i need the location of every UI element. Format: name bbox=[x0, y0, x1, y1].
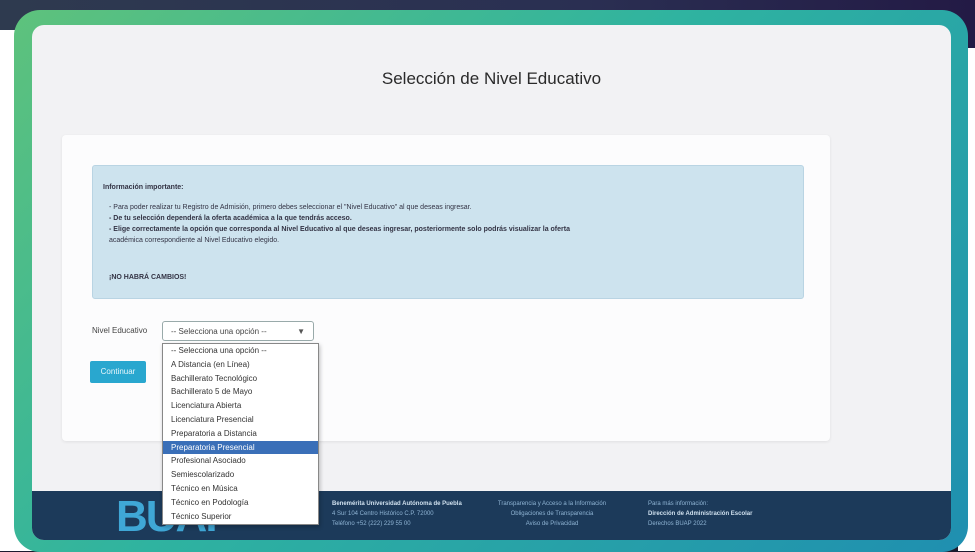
info-line: - De tu selección dependerá la oferta ac… bbox=[109, 215, 352, 222]
footer-link[interactable]: Obligaciones de Transparencia bbox=[482, 509, 622, 519]
select-value: -- Selecciona una opción -- bbox=[171, 327, 267, 336]
page-title: Selección de Nivel Educativo bbox=[381, 69, 602, 88]
dropdown-option-highlighted[interactable]: Preparatoria Presencial bbox=[163, 440, 318, 455]
dropdown-option[interactable]: Técnico en Podología bbox=[163, 496, 318, 510]
info-heading: Información importante: bbox=[103, 184, 184, 191]
footer-contact: Benemérita Universidad Autónoma de Puebl… bbox=[332, 499, 462, 529]
footer-links: Transparencia y Acceso a la Información … bbox=[482, 499, 622, 529]
dropdown-option[interactable]: Semiescolarizado bbox=[163, 468, 318, 482]
dropdown-option[interactable]: -- Selecciona una opción -- bbox=[163, 344, 318, 358]
footer-text: Teléfono +52 (222) 229 55 00 bbox=[332, 521, 411, 527]
dropdown-option[interactable]: Licenciatura Abierta bbox=[163, 399, 318, 413]
browser-viewport: Selección de Nivel Educativo Información… bbox=[32, 25, 951, 540]
footer-link[interactable]: Transparencia y Acceso a la Información bbox=[482, 499, 622, 509]
dropdown-option[interactable]: Bachillerato 5 de Mayo bbox=[163, 385, 318, 399]
dropdown-option[interactable]: Técnico en Música bbox=[163, 482, 318, 496]
nivel-educativo-dropdown[interactable]: -- Selecciona una opción -- A Distancia … bbox=[162, 343, 319, 525]
footer-text: Dirección de Administración Escolar bbox=[648, 511, 753, 517]
nivel-educativo-label: Nivel Educativo bbox=[92, 326, 148, 335]
dropdown-option[interactable]: Técnico Superior bbox=[163, 510, 318, 524]
nivel-educativo-select[interactable]: -- Selecciona una opción -- ▼ bbox=[162, 321, 314, 341]
info-line: - Elige correctamente la opción que corr… bbox=[109, 226, 570, 233]
info-line: académica correspondiente al Nivel Educa… bbox=[109, 237, 280, 244]
dropdown-option[interactable]: Bachillerato Tecnológico bbox=[163, 372, 318, 386]
footer-info: Para más información: Dirección de Admin… bbox=[648, 499, 752, 529]
info-alert: Información importante: - Para poder rea… bbox=[92, 165, 804, 299]
dropdown-option[interactable]: Licenciatura Presencial bbox=[163, 413, 318, 427]
footer-text: Para más información: bbox=[648, 501, 709, 507]
info-warning: ¡NO HABRÁ CAMBIOS! bbox=[109, 274, 187, 281]
footer-text: 4 Sur 104 Centro Histórico C.P. 72000 bbox=[332, 511, 434, 517]
footer-text: Benemérita Universidad Autónoma de Puebl… bbox=[332, 501, 462, 507]
continue-button[interactable]: Continuar bbox=[90, 361, 146, 383]
chevron-down-icon: ▼ bbox=[297, 327, 305, 336]
dropdown-option[interactable]: Profesional Asociado bbox=[163, 454, 318, 468]
footer-text: Derechos BUAP 2022 bbox=[648, 521, 707, 527]
footer-link[interactable]: Aviso de Privacidad bbox=[482, 519, 622, 529]
info-line: - Para poder realizar tu Registro de Adm… bbox=[109, 204, 472, 211]
dropdown-option[interactable]: A Distancia (en Línea) bbox=[163, 358, 318, 372]
dropdown-option[interactable]: Preparatoria a Distancia bbox=[163, 427, 318, 441]
